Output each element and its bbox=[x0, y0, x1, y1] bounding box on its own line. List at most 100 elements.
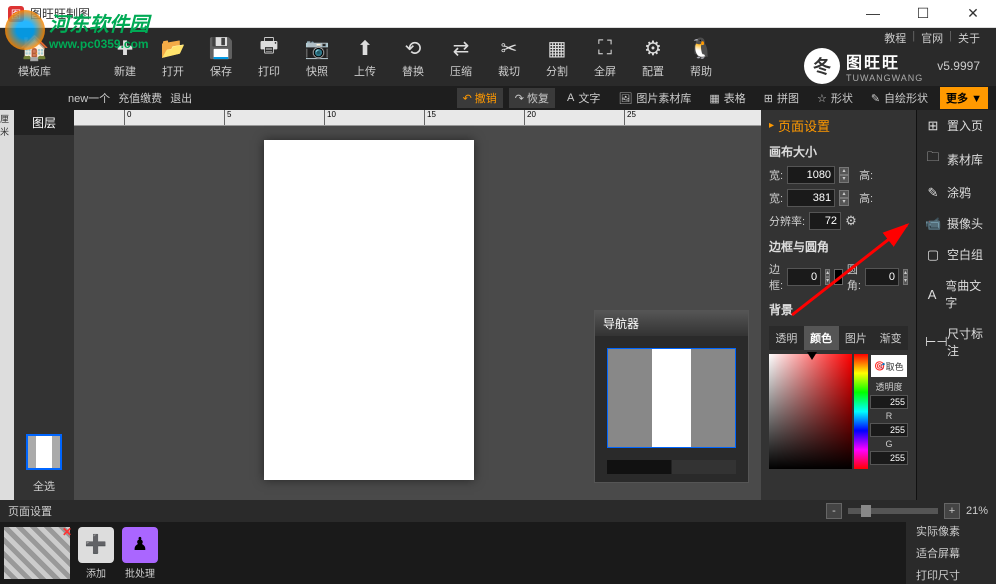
tab-image[interactable]: 图片 bbox=[839, 326, 874, 350]
zoom-out-button[interactable]: - bbox=[826, 503, 842, 519]
breadcrumb-item[interactable]: 退出 bbox=[170, 90, 192, 106]
app-icon: 图 bbox=[8, 6, 24, 22]
title-bar: 图 图旺旺制图 — ☐ ✕ bbox=[0, 0, 996, 28]
minimize-button[interactable]: — bbox=[858, 5, 888, 22]
redo-button[interactable]: ↷恢复 bbox=[509, 88, 555, 108]
split-button[interactable]: ▦分割 bbox=[533, 31, 581, 83]
color-marker-icon bbox=[807, 352, 817, 360]
blank-icon: ▢ bbox=[925, 247, 941, 263]
maximize-button[interactable]: ☐ bbox=[908, 5, 938, 22]
undo-button[interactable]: ↶撤销 bbox=[457, 88, 503, 108]
chevron-right-icon: ▸ bbox=[769, 120, 774, 131]
text-icon: A bbox=[567, 92, 574, 104]
fullscreen-button[interactable]: ⛶全屏 bbox=[581, 31, 629, 83]
print-button[interactable]: 🖶打印 bbox=[245, 31, 293, 83]
doodle-button[interactable]: ✎涂鸦 bbox=[917, 177, 996, 208]
page-settings-header[interactable]: ▸页面设置 bbox=[769, 116, 908, 135]
camera-button[interactable]: 📹摄像头 bbox=[917, 208, 996, 239]
resolution-input[interactable] bbox=[809, 212, 841, 230]
fullscreen-icon: ⛶ bbox=[591, 35, 619, 61]
properties-panel: ▸页面设置 画布大小 宽: ▴▾ 高: 宽: ▴▾ 高: 分辨率: ⚙ 边框与圆… bbox=[761, 110, 996, 500]
width-input-1[interactable] bbox=[787, 166, 835, 184]
table-tool[interactable]: ▦表格 bbox=[703, 88, 751, 108]
shape-tool[interactable]: ☆形状 bbox=[811, 88, 859, 108]
brand-logo-icon: 冬 bbox=[804, 48, 840, 84]
border-spinner[interactable]: ▴▾ bbox=[825, 269, 830, 285]
upload-button[interactable]: ⬆上传 bbox=[341, 31, 389, 83]
zoom-in-button[interactable]: + bbox=[944, 503, 960, 519]
batch-button[interactable]: ♟批处理 bbox=[122, 527, 158, 580]
freeshape-tool[interactable]: ✎自绘形状 bbox=[865, 88, 934, 108]
official-link[interactable]: 官网 bbox=[921, 30, 943, 46]
radius-input[interactable] bbox=[865, 268, 899, 286]
insert-page-button[interactable]: ⊞置入页 bbox=[917, 110, 996, 141]
image-library-tool[interactable]: 🖼图片素材库 bbox=[612, 88, 697, 108]
blank-group-button[interactable]: ▢空白组 bbox=[917, 239, 996, 270]
save-button[interactable]: 💾保存 bbox=[197, 31, 245, 83]
window-title: 图旺旺制图 bbox=[30, 5, 90, 22]
layers-panel: 图层 全选 bbox=[14, 110, 74, 500]
brand-name-en: TUWANGWANG bbox=[846, 73, 923, 83]
navigator-preview[interactable] bbox=[607, 348, 736, 448]
tutorial-link[interactable]: 教程 bbox=[884, 30, 906, 46]
page-settings-tab[interactable]: 页面设置 bbox=[8, 503, 52, 519]
width-input-2[interactable] bbox=[787, 189, 835, 207]
g-input[interactable] bbox=[870, 451, 908, 465]
redo-icon: ↷ bbox=[515, 92, 524, 105]
close-button[interactable]: ✕ bbox=[958, 5, 988, 22]
width-spinner[interactable]: ▴▾ bbox=[839, 167, 849, 183]
more-button[interactable]: 更多 ▼ bbox=[940, 87, 988, 109]
page-thumbnail[interactable]: ✕ bbox=[4, 527, 70, 579]
print-size-button[interactable]: 打印尺寸 bbox=[906, 564, 996, 586]
about-link[interactable]: 关于 bbox=[958, 30, 980, 46]
compress-button[interactable]: ⇄压缩 bbox=[437, 31, 485, 83]
zoom-slider[interactable] bbox=[848, 508, 938, 514]
layer-thumbnail[interactable] bbox=[26, 434, 62, 470]
resolution-gear-icon[interactable]: ⚙ bbox=[845, 213, 857, 229]
puzzle-tool[interactable]: ⊞拼图 bbox=[758, 88, 805, 108]
dimension-button[interactable]: ⊢⊣尺寸标注 bbox=[917, 318, 996, 366]
ruler-icon: ⊢⊣ bbox=[925, 334, 941, 350]
new-button[interactable]: ✚新建 bbox=[101, 31, 149, 83]
eyedropper-button[interactable]: 🎯取色 bbox=[870, 354, 908, 378]
canvas[interactable] bbox=[264, 140, 474, 480]
brand-area: 教程| 官网| 关于 冬 图旺旺 TUWANGWANG v5.9997 bbox=[804, 30, 988, 84]
opacity-input[interactable] bbox=[870, 395, 908, 409]
config-button[interactable]: ⚙配置 bbox=[629, 31, 677, 83]
snapshot-button[interactable]: 📷快照 bbox=[293, 31, 341, 83]
navigator-panel[interactable]: 导航器 bbox=[594, 310, 749, 483]
select-all-button[interactable]: 全选 bbox=[14, 478, 74, 494]
navigator-strip bbox=[607, 460, 736, 474]
vertical-ruler: 厘米 bbox=[0, 110, 14, 500]
open-icon: 📂 bbox=[159, 35, 187, 61]
text-icon: A bbox=[925, 287, 939, 302]
tab-color[interactable]: 颜色 bbox=[804, 326, 839, 350]
split-icon: ▦ bbox=[543, 35, 571, 61]
material-library-button[interactable]: 🗀素材库 bbox=[917, 141, 996, 177]
breadcrumb-item[interactable]: 充值缴费 bbox=[118, 90, 162, 106]
tab-transparent[interactable]: 透明 bbox=[769, 326, 804, 350]
save-icon: 💾 bbox=[207, 35, 235, 61]
tab-gradient[interactable]: 渐变 bbox=[873, 326, 908, 350]
r-input[interactable] bbox=[870, 423, 908, 437]
breadcrumb-item[interactable]: new一个 bbox=[68, 90, 110, 106]
fit-screen-button[interactable]: 适合屏幕 bbox=[906, 542, 996, 564]
crop-button[interactable]: ✂裁切 bbox=[485, 31, 533, 83]
help-button[interactable]: 🐧帮助 bbox=[677, 31, 725, 83]
radius-spinner[interactable]: ▴▾ bbox=[903, 269, 908, 285]
template-library-button[interactable]: 🏠 模板库 bbox=[8, 31, 61, 83]
camera-icon: 📷 bbox=[303, 35, 331, 61]
width-spinner-2[interactable]: ▴▾ bbox=[839, 190, 849, 206]
open-button[interactable]: 📂打开 bbox=[149, 31, 197, 83]
close-icon[interactable]: ✕ bbox=[62, 525, 72, 539]
background-label: 背景 bbox=[769, 301, 908, 318]
add-page-button[interactable]: ➕添加 bbox=[78, 527, 114, 580]
replace-button[interactable]: ⟲替换 bbox=[389, 31, 437, 83]
curved-text-button[interactable]: A弯曲文字 bbox=[917, 270, 996, 318]
border-color-swatch[interactable] bbox=[834, 269, 843, 285]
actual-pixels-button[interactable]: 实际像素 bbox=[906, 520, 996, 542]
hue-slider[interactable] bbox=[854, 354, 868, 469]
text-tool[interactable]: A文字 bbox=[561, 88, 606, 108]
color-gradient[interactable] bbox=[769, 354, 852, 469]
border-input[interactable] bbox=[787, 268, 821, 286]
